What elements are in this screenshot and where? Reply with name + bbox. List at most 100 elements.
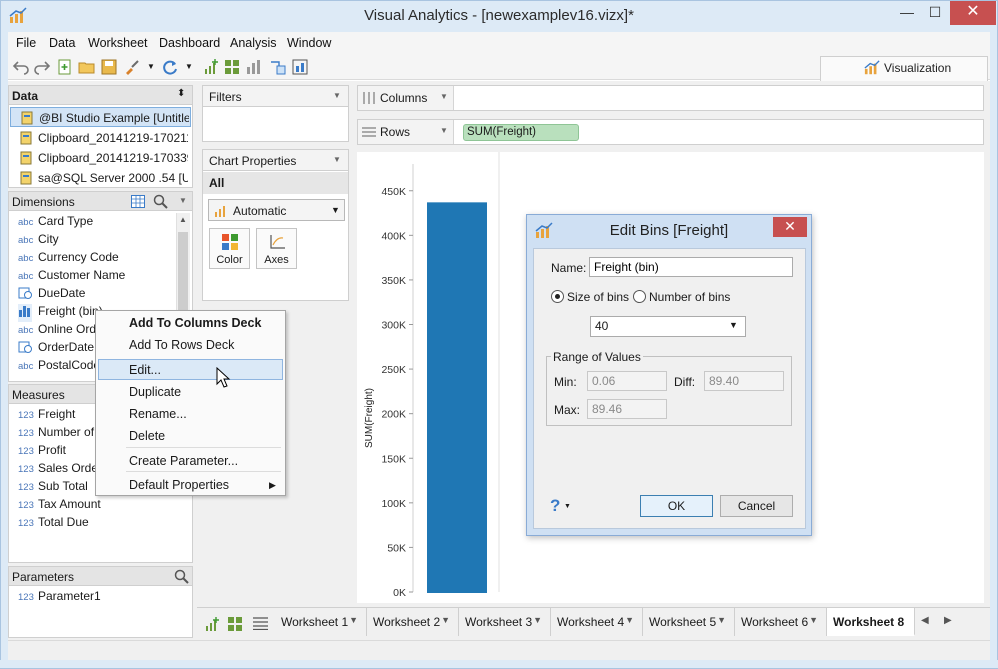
tab-worksheet-4[interactable]: Worksheet 4 ▼ xyxy=(551,608,643,636)
datasource-item[interactable]: sa@SQL Server 2000 .54 [U... xyxy=(10,168,191,188)
field-item[interactable]: abc Currency Code xyxy=(18,250,119,268)
menu-item-add-to-columns[interactable]: Add To Columns Deck xyxy=(129,316,261,330)
name-input[interactable] xyxy=(589,257,793,277)
database-icon xyxy=(20,131,32,145)
datasource-item[interactable]: Clipboard_20141219-170211 xyxy=(10,128,191,148)
menu-item-rename[interactable]: Rename... xyxy=(129,407,187,421)
new-dashboard-icon[interactable] xyxy=(227,616,243,632)
search-icon[interactable] xyxy=(153,194,168,209)
dialog-close-button[interactable]: ✕ xyxy=(773,217,807,237)
field-item[interactable]: abc Customer Name xyxy=(18,268,125,286)
new-file-icon[interactable] xyxy=(56,58,74,76)
field-item[interactable]: 123 Total Due xyxy=(18,515,89,533)
field-item[interactable]: 123 Tax Amount xyxy=(18,497,101,515)
fit-icon[interactable] xyxy=(291,58,309,76)
menu-analysis[interactable]: Analysis xyxy=(230,36,277,50)
tab-dropdown-icon[interactable]: ▼ xyxy=(717,615,726,625)
search-icon[interactable] xyxy=(174,569,189,584)
filters-dropdown-icon[interactable]: ▼ xyxy=(333,91,341,100)
ok-button[interactable]: OK xyxy=(640,495,713,517)
field-item[interactable]: DueDate xyxy=(18,286,85,304)
field-item[interactable]: 123 Freight xyxy=(18,407,75,425)
field-item[interactable]: OrderDate xyxy=(18,340,94,358)
menu-item-create-parameter[interactable]: Create Parameter... xyxy=(129,454,238,468)
parameter-item[interactable]: 123 Parameter1 xyxy=(18,589,101,607)
menu-item-default-properties[interactable]: Default Properties xyxy=(129,478,229,492)
menu-worksheet[interactable]: Worksheet xyxy=(88,36,148,50)
menu-dashboard[interactable]: Dashboard xyxy=(159,36,220,50)
chart-type-icon[interactable] xyxy=(245,58,263,76)
menu-separator xyxy=(126,447,281,448)
datasource-item[interactable]: Clipboard_20141219-170339 xyxy=(10,148,191,168)
refresh-icon[interactable] xyxy=(161,58,179,76)
close-window-button[interactable]: ✕ xyxy=(950,1,996,25)
field-item[interactable]: 123 Number of R xyxy=(18,425,106,443)
maximize-button[interactable]: ☐ xyxy=(921,1,949,25)
rows-dropdown-icon[interactable]: ▼ xyxy=(440,126,448,135)
field-item[interactable]: 123 Sub Total xyxy=(18,479,88,497)
all-marks-row[interactable]: All xyxy=(203,172,348,194)
tab-dropdown-icon[interactable]: ▼ xyxy=(349,615,358,625)
save-icon[interactable] xyxy=(100,58,118,76)
tab-worksheet-1[interactable]: Worksheet 1 ▼ xyxy=(275,608,367,636)
cancel-button[interactable]: Cancel xyxy=(720,495,793,517)
clear-icon[interactable] xyxy=(269,58,287,76)
menu-item-edit[interactable]: Edit... xyxy=(129,363,161,377)
field-item[interactable]: abc PostalCode xyxy=(18,358,100,376)
y-tick-label: 100K xyxy=(381,498,406,510)
table-icon[interactable] xyxy=(131,195,145,208)
field-item[interactable]: abc City xyxy=(18,232,59,250)
sum-freight-pill[interactable]: SUM(Freight) xyxy=(463,124,579,141)
number-of-bins-radio[interactable] xyxy=(633,290,646,303)
tab-worksheet-5[interactable]: Worksheet 5 ▼ xyxy=(643,608,735,636)
tab-worksheet-2[interactable]: Worksheet 2 ▼ xyxy=(367,608,459,636)
menu-item-add-to-rows[interactable]: Add To Rows Deck xyxy=(129,338,234,352)
new-dashboard-icon[interactable] xyxy=(223,58,241,76)
menu-item-duplicate[interactable]: Duplicate xyxy=(129,385,181,399)
bin-size-value: 40 xyxy=(595,319,609,333)
color-button[interactable]: Color xyxy=(209,228,250,269)
tab-dropdown-icon[interactable]: ▼ xyxy=(809,615,818,625)
field-item[interactable]: 123 Sales Order xyxy=(18,461,102,479)
columns-dropdown-icon[interactable]: ▼ xyxy=(440,92,448,101)
menu-window[interactable]: Window xyxy=(287,36,331,50)
undo-icon[interactable] xyxy=(12,58,30,76)
field-item-selected[interactable]: Freight (bin) xyxy=(18,304,103,322)
menu-file[interactable]: File xyxy=(16,36,36,50)
tab-label: Worksheet 6 xyxy=(741,615,809,629)
open-folder-icon[interactable] xyxy=(78,58,96,76)
refresh-dropdown-icon[interactable]: ▼ xyxy=(185,62,203,80)
new-worksheet-icon[interactable] xyxy=(204,616,220,632)
range-of-values-group xyxy=(546,356,792,426)
menu-item-delete[interactable]: Delete xyxy=(129,429,165,443)
axes-button[interactable]: Axes xyxy=(256,228,297,269)
brush-icon[interactable] xyxy=(123,58,141,76)
field-item[interactable]: abc Online Orde xyxy=(18,322,103,340)
size-of-bins-radio[interactable] xyxy=(551,290,564,303)
scroll-up-icon[interactable]: ▲ xyxy=(179,215,187,224)
bin-size-select[interactable]: 40 ▼ xyxy=(590,316,746,337)
tab-worksheet-8[interactable]: Worksheet 8 xyxy=(827,608,915,636)
help-icon[interactable]: ? xyxy=(550,496,560,516)
datasource-item[interactable]: @BI Studio Example [Untitle... xyxy=(10,107,191,127)
tab-dropdown-icon[interactable]: ▼ xyxy=(625,615,634,625)
tab-scroll-right-icon[interactable]: ▶ xyxy=(944,615,952,626)
field-item[interactable]: abc Card Type xyxy=(18,214,93,232)
menu-data[interactable]: Data xyxy=(49,36,75,50)
data-sort-icon[interactable]: ⬍ xyxy=(177,88,185,99)
field-item[interactable]: 123 Profit xyxy=(18,443,66,461)
dimensions-dropdown-icon[interactable]: ▼ xyxy=(179,196,187,205)
help-dropdown-icon[interactable]: ▼ xyxy=(564,503,571,510)
tab-dropdown-icon[interactable]: ▼ xyxy=(533,615,542,625)
tab-worksheet-6[interactable]: Worksheet 6 ▼ xyxy=(735,608,827,636)
bin-type-icon xyxy=(19,306,30,317)
tab-scroll-left-icon[interactable]: ◀ xyxy=(921,615,929,626)
new-worksheet-icon[interactable] xyxy=(202,58,220,76)
tab-worksheet-3[interactable]: Worksheet 3 ▼ xyxy=(459,608,551,636)
minimize-button[interactable]: — xyxy=(893,1,921,25)
tab-dropdown-icon[interactable]: ▼ xyxy=(441,615,450,625)
sheet-list-icon[interactable] xyxy=(253,617,268,630)
mark-type-select[interactable]: Automatic ▼ xyxy=(208,199,345,221)
chart-properties-dropdown-icon[interactable]: ▼ xyxy=(333,155,341,164)
redo-icon[interactable] xyxy=(33,58,51,76)
